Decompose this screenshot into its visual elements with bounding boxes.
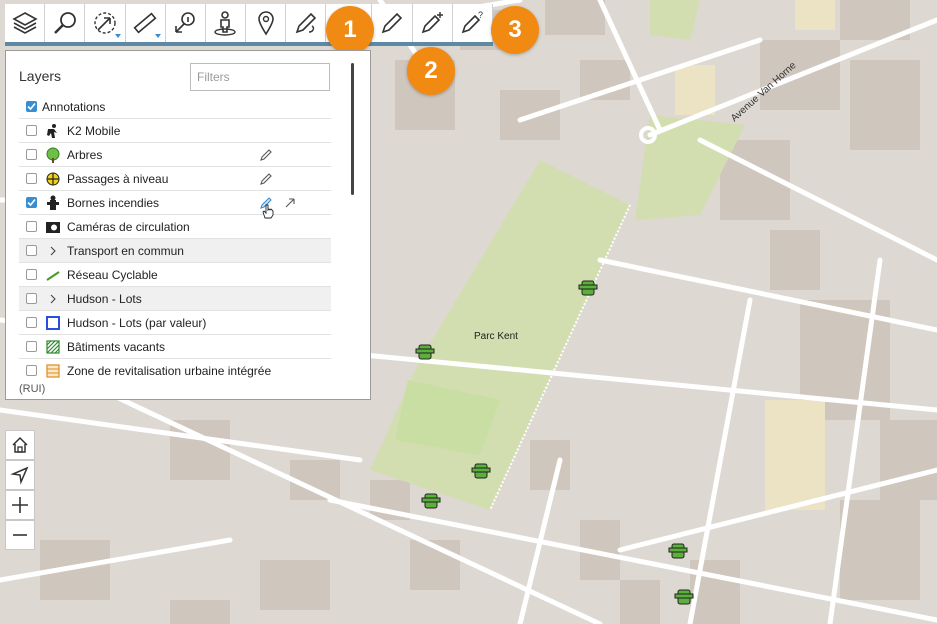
tree-icon [45,147,61,163]
navigate-icon [10,466,29,485]
layer-checkbox[interactable] [26,317,37,328]
layer-checkbox[interactable] [26,293,37,304]
layer-row-arbres[interactable]: Arbres [19,143,331,167]
edit-icon [381,12,403,34]
layer-label: Arbres [67,147,103,162]
zoom-in-icon [12,497,28,513]
edit-layer-icon[interactable] [259,148,273,162]
main-toolbar: ? [5,4,493,46]
annotate-icon [295,12,316,34]
layer-label: Bornes incendies [67,195,160,210]
layer-row-cyclable[interactable]: Réseau Cyclable [19,263,331,287]
select-icon [94,12,116,34]
add-feature-icon [421,12,444,34]
layer-checkbox[interactable] [26,245,37,256]
layer-row-cameras[interactable]: Caméras de circulation [19,215,331,239]
edit-layer-icon[interactable] [259,172,273,186]
layer-row-annotations[interactable]: Annotations [19,95,331,119]
park-label: Parc Kent [474,331,518,342]
layer-row-k2-mobile[interactable]: K2 Mobile [19,119,331,143]
checkmark-icon [27,198,36,207]
layer-checkbox[interactable] [26,197,37,208]
layers-scrollbar[interactable] [351,63,354,195]
layer-group-hudson[interactable]: Hudson - Lots [19,287,331,311]
layer-label: Hudson - Lots (par valeur) [67,315,207,330]
streetview-button[interactable] [206,4,247,42]
select-arrow-icon[interactable] [284,195,298,209]
layers-panel: Layers Annotations K2 Mobile Arbres Pass… [5,50,371,400]
annotate-button[interactable] [286,4,327,42]
bike-line-icon [45,267,61,283]
layer-row-zone[interactable]: Zone de revitalisation urbaine intégrée [19,359,331,382]
identify-icon [175,12,196,33]
layer-checkbox[interactable] [26,173,37,184]
layer-label: Zone de revitalisation urbaine intégrée [67,363,272,378]
layer-row-passages[interactable]: Passages à niveau [19,167,331,191]
callout-1: 1 [326,6,374,54]
layer-row-bornes[interactable]: Bornes incendies [19,191,331,219]
layers-panel-title: Layers [19,68,62,84]
layer-group-transport[interactable]: Transport en commun [19,239,331,263]
layer-list: Annotations K2 Mobile Arbres Passages à … [19,95,331,382]
checkmark-icon [27,102,36,111]
identify-button[interactable] [166,4,206,42]
home-button[interactable] [5,430,35,460]
chevron-right-icon[interactable] [45,291,61,307]
layer-checkbox[interactable] [26,101,37,112]
zoom-out-icon [13,534,27,536]
layer-checkbox[interactable] [26,269,37,280]
hatched-square-icon [45,339,61,355]
layer-checkbox[interactable] [26,365,37,376]
edit-help-button[interactable]: ? [453,4,493,42]
layer-label: K2 Mobile [67,123,121,138]
home-icon [12,436,28,453]
layers-button[interactable] [5,4,46,42]
navigate-button[interactable] [5,460,35,490]
layer-label: Bâtiments vacants [67,339,166,354]
layers-icon [11,12,38,34]
layer-row-hudson-valeur[interactable]: Hudson - Lots (par valeur) [19,311,331,335]
layer-checkbox[interactable] [26,221,37,232]
layer-checkbox[interactable] [26,341,37,352]
layer-label: Annotations [42,99,106,114]
add-feature-button[interactable] [413,4,453,42]
select-button[interactable] [85,4,126,42]
svg-text:?: ? [478,10,483,20]
k2-mobile-icon [45,123,61,139]
chevron-right-icon[interactable] [45,243,61,259]
camera-icon [45,219,61,235]
layer-label-continued: (RUI) [19,383,46,395]
filter-input[interactable] [190,63,330,91]
hydrant-icon [45,195,61,211]
layer-label: Caméras de circulation [67,219,190,234]
location-icon [257,11,274,36]
layer-label: Réseau Cyclable [67,267,158,282]
streetview-icon [214,11,237,36]
zoom-in-button[interactable] [5,490,35,520]
search-button[interactable] [45,4,86,42]
layer-row-batiments[interactable]: Bâtiments vacants [19,335,331,359]
crossing-icon [45,171,61,187]
blue-square-icon [45,315,61,331]
location-button[interactable] [246,4,287,42]
search-icon [53,12,76,34]
zoom-out-button[interactable] [5,520,35,550]
measure-button[interactable] [126,4,166,42]
dropdown-caret-icon [114,34,121,38]
measure-icon [133,12,157,34]
layer-label: Transport en commun [67,243,184,258]
layer-checkbox[interactable] [26,149,37,160]
zone-icon [45,363,61,379]
layer-label: Hudson - Lots [67,291,142,306]
edit-button[interactable] [372,4,413,42]
layer-checkbox[interactable] [26,125,37,136]
callout-2: 2 [407,47,455,95]
edit-help-icon: ? [462,10,483,34]
callout-3: 3 [491,6,539,54]
dropdown-caret-icon [154,34,161,38]
layer-label: Passages à niveau [67,171,169,186]
